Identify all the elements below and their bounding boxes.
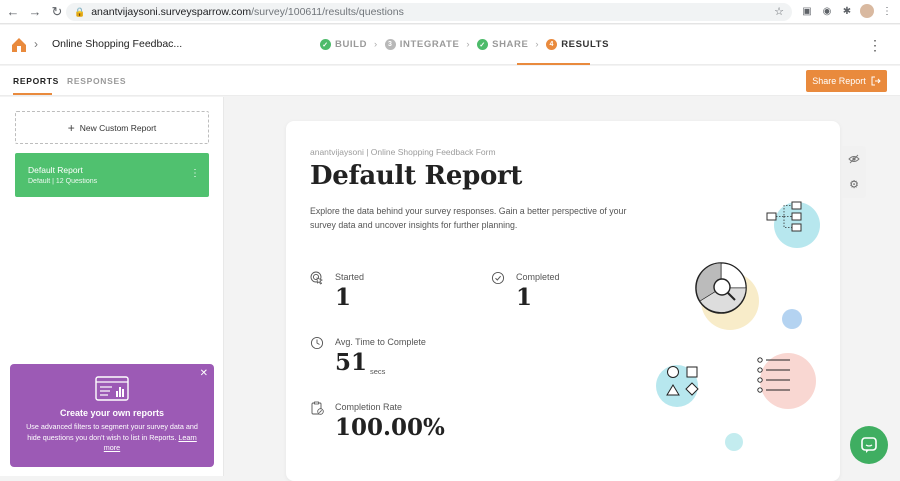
- checklist-illustration: [757, 353, 816, 409]
- forward-icon[interactable]: →: [26, 3, 44, 21]
- share-report-button[interactable]: Share Report: [806, 70, 887, 92]
- report-illustration-icon: [95, 376, 129, 401]
- gear-icon[interactable]: ⚙: [847, 177, 861, 191]
- clock-icon: [310, 336, 324, 350]
- report-breadcrumb: anantvijaysoni | Online Shopping Feedbac…: [310, 147, 496, 157]
- stat-label: Started: [335, 272, 365, 282]
- promo-body: Use advanced filters to segment your sur…: [20, 422, 204, 454]
- clipboard-percent-icon: [311, 401, 324, 415]
- tab-responses[interactable]: RESPONSES: [67, 76, 126, 86]
- reload-icon[interactable]: ↻: [48, 3, 66, 21]
- browser-toolbar: ← → ↻ 🔒 anantvijaysoni.surveysparrow.com…: [0, 0, 900, 24]
- custom-report-promo: ✕ Create your own reports Use advanced f…: [10, 364, 214, 467]
- step-label: RESULTS: [561, 39, 610, 50]
- back-icon[interactable]: ←: [4, 3, 22, 21]
- lock-icon: 🔒: [74, 6, 86, 17]
- stat-unit: secs: [370, 367, 386, 376]
- active-tab-indicator: [13, 93, 52, 95]
- check-circle-icon: [491, 271, 505, 285]
- step-label: BUILD: [335, 39, 368, 50]
- hide-eye-icon[interactable]: [847, 152, 861, 166]
- shapes-illustration: [656, 365, 699, 407]
- promo-text: Use advanced filters to segment your sur…: [26, 422, 198, 442]
- bookmark-star-icon[interactable]: ☆: [774, 5, 784, 18]
- close-icon[interactable]: ✕: [200, 368, 208, 379]
- report-description: Explore the data behind your survey resp…: [310, 206, 627, 230]
- menu-dots-icon[interactable]: ⋮: [880, 4, 894, 18]
- url-host: anantvijaysoni.surveysparrow.com: [91, 6, 252, 18]
- stat-label: Completed: [516, 272, 560, 282]
- report-overview-card: anantvijaysoni | Online Shopping Feedbac…: [286, 121, 840, 481]
- chat-bubble-icon: [861, 437, 877, 453]
- cast-icon[interactable]: ▣: [800, 4, 814, 18]
- promo-title: Create your own reports: [59, 408, 165, 418]
- stat-label: Completion Rate: [335, 402, 403, 412]
- report-tabs-bar: REPORTS RESPONSES Share Report: [0, 66, 900, 96]
- home-icon[interactable]: [10, 36, 28, 54]
- app-header: › Online Shopping Feedbac... ✓ BUILD › 3…: [0, 25, 900, 65]
- report-side-tools: ⚙: [842, 146, 866, 198]
- cursor-click-icon: [310, 271, 323, 285]
- report-item-meta: Default | 12 Questions: [28, 178, 98, 185]
- chevron-right-icon: ›: [34, 37, 38, 51]
- step-label: SHARE: [492, 39, 529, 50]
- new-report-label: New Custom Report: [79, 122, 157, 133]
- step-results[interactable]: 4 RESULTS: [546, 39, 609, 50]
- decorative-dot: [782, 309, 802, 329]
- chevron-right-icon: ›: [466, 39, 471, 50]
- check-icon: ✓: [320, 39, 331, 50]
- chat-support-button[interactable]: [850, 426, 888, 464]
- decorative-dot: [725, 433, 743, 451]
- step-number: 3: [384, 39, 396, 50]
- pie-magnifier-illustration: [695, 262, 759, 330]
- chevron-right-icon: ›: [374, 39, 378, 50]
- report-item-title: Default Report: [28, 165, 83, 175]
- flowchart-illustration: [766, 201, 820, 248]
- profile-avatar[interactable]: [860, 4, 874, 18]
- report-list-item[interactable]: Default Report Default | 12 Questions ⋮: [15, 153, 209, 197]
- step-share[interactable]: ✓ SHARE: [477, 39, 528, 50]
- new-custom-report-button[interactable]: + New Custom Report: [15, 111, 209, 144]
- page-title: Default Report: [310, 161, 523, 191]
- tab-reports[interactable]: REPORTS: [13, 76, 59, 86]
- workflow-steps: ✓ BUILD › 3 INTEGRATE › ✓ SHARE › 4 RESU…: [320, 39, 609, 50]
- extension-icon[interactable]: ◉: [820, 4, 834, 18]
- address-bar[interactable]: 🔒 anantvijaysoni.surveysparrow.com/surve…: [66, 3, 792, 21]
- chevron-right-icon: ›: [535, 39, 540, 50]
- check-icon: ✓: [477, 39, 489, 50]
- export-icon: [871, 76, 881, 86]
- step-label: INTEGRATE: [399, 39, 460, 50]
- url-path: /survey/100611/results/questions: [251, 6, 404, 18]
- stat-label: Avg. Time to Complete: [335, 337, 426, 347]
- step-build[interactable]: ✓ BUILD: [320, 39, 367, 50]
- stat-value: 100.00%: [335, 414, 445, 441]
- step-integrate[interactable]: 3 INTEGRATE: [384, 39, 460, 50]
- stat-value: 1: [335, 284, 352, 311]
- active-step-indicator: [517, 63, 590, 65]
- more-options-icon[interactable]: ⋮: [868, 37, 882, 54]
- step-number: 4: [546, 39, 558, 50]
- share-report-label: Share Report: [812, 76, 866, 86]
- more-options-icon[interactable]: ⋮: [190, 168, 200, 179]
- stat-value: 1: [516, 284, 533, 311]
- stat-value: 51: [335, 349, 368, 376]
- plus-icon: +: [67, 120, 75, 135]
- puzzle-icon[interactable]: ✱: [840, 4, 854, 18]
- survey-name[interactable]: Online Shopping Feedbac...: [52, 38, 182, 50]
